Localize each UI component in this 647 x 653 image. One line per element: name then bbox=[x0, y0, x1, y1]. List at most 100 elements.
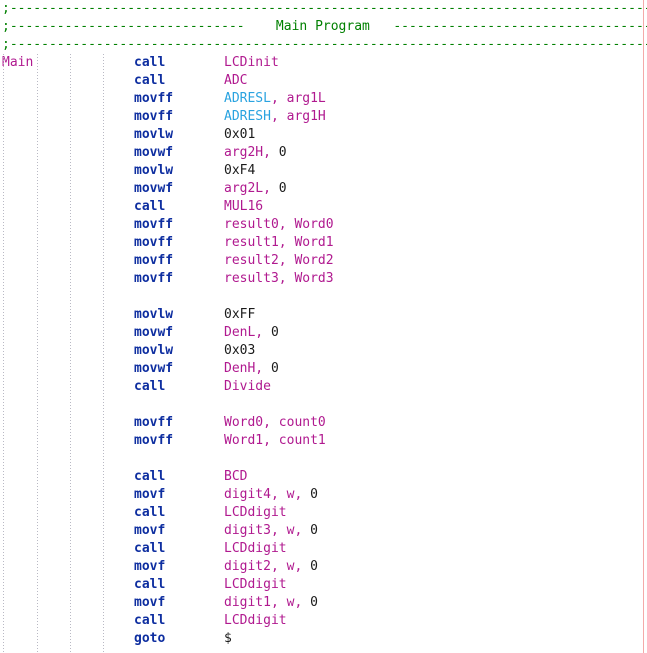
code-line[interactable]: call LCDdigit bbox=[0, 540, 647, 558]
instruction-operands: result1, Word1 bbox=[224, 234, 334, 252]
code-line[interactable]: ;---------------------------------------… bbox=[0, 0, 647, 18]
operand-token: $ bbox=[224, 631, 232, 646]
operand-token: LCDdigit bbox=[224, 505, 287, 520]
code-line[interactable]: call LCDdigit bbox=[0, 576, 647, 594]
operand-token: result3, Word3 bbox=[224, 271, 334, 286]
code-line[interactable]: call LCDdigit bbox=[0, 612, 647, 630]
operand-token: 0 bbox=[302, 559, 318, 574]
instruction-operands: Word1, count1 bbox=[224, 432, 326, 450]
code-line[interactable]: ;------------------------------ Main Pro… bbox=[0, 18, 647, 36]
instruction-mnemonic: call bbox=[134, 379, 166, 394]
code-line[interactable]: call MUL16 bbox=[0, 198, 647, 216]
instruction-mnemonic: movlw bbox=[134, 343, 174, 358]
instruction-mnemonic: movff bbox=[134, 109, 174, 124]
instruction-operands: BCD bbox=[224, 468, 247, 486]
operand-token: DenH, bbox=[224, 361, 264, 376]
code-line-blank[interactable] bbox=[0, 396, 647, 414]
instruction-mnemonic: movwf bbox=[134, 181, 174, 196]
code-line[interactable]: call BCD bbox=[0, 468, 647, 486]
operand-token: Divide bbox=[224, 379, 271, 394]
instruction-mnemonic: movff bbox=[134, 91, 174, 106]
code-line[interactable]: movff result3, Word3 bbox=[0, 270, 647, 288]
code-line[interactable]: movlw 0x03 bbox=[0, 342, 647, 360]
code-line[interactable]: movlw 0xF4 bbox=[0, 162, 647, 180]
instruction-mnemonic: call bbox=[134, 505, 166, 520]
operand-token: Word1, count1 bbox=[224, 433, 326, 448]
instruction-operands: LCDdigit bbox=[224, 504, 287, 522]
code-line[interactable]: ;---------------------------------------… bbox=[0, 36, 647, 54]
operand-token: arg1H bbox=[286, 109, 326, 124]
right-margin-rule bbox=[643, 0, 644, 653]
instruction-mnemonic: movff bbox=[134, 271, 174, 286]
code-line[interactable]: movf digit3, w, 0 bbox=[0, 522, 647, 540]
instruction-mnemonic: movlw bbox=[134, 127, 174, 142]
indent-guide-2 bbox=[37, 54, 38, 653]
instruction-operands: 0x01 bbox=[224, 126, 255, 144]
code-line[interactable]: movff result1, Word1 bbox=[0, 234, 647, 252]
operand-token: digit4, w, bbox=[224, 487, 303, 502]
code-line[interactable]: movlw 0x01 bbox=[0, 126, 647, 144]
operand-token: LCDdigit bbox=[224, 541, 287, 556]
instruction-operands: MUL16 bbox=[224, 198, 263, 216]
instruction-mnemonic: goto bbox=[134, 631, 166, 646]
instruction-operands: 0x03 bbox=[224, 342, 255, 360]
operand-token: ADRESH bbox=[224, 109, 271, 124]
operand-token: arg2H, bbox=[224, 145, 271, 160]
code-line-blank[interactable] bbox=[0, 450, 647, 468]
code-line[interactable]: movff Word1, count1 bbox=[0, 432, 647, 450]
code-line[interactable]: movff ADRESL, arg1L bbox=[0, 90, 647, 108]
code-line[interactable]: call ADC bbox=[0, 72, 647, 90]
code-line-blank[interactable] bbox=[0, 288, 647, 306]
instruction-mnemonic: call bbox=[134, 55, 166, 70]
code-line[interactable]: call LCDdigit bbox=[0, 504, 647, 522]
operand-token: 0 bbox=[302, 523, 318, 538]
operand-token: , bbox=[270, 91, 287, 106]
code-line[interactable]: movwf DenL, 0 bbox=[0, 324, 647, 342]
operand-token: digit2, w, bbox=[224, 559, 303, 574]
operand-token: LCDinit bbox=[224, 55, 279, 70]
operand-token: MUL16 bbox=[224, 199, 264, 214]
code-line[interactable]: Main call LCDinit bbox=[0, 54, 647, 72]
instruction-operands: digit4, w, 0 bbox=[224, 486, 318, 504]
code-line[interactable]: movwf DenH, 0 bbox=[0, 360, 647, 378]
code-line[interactable]: movf digit2, w, 0 bbox=[0, 558, 647, 576]
code-line[interactable]: goto $ bbox=[0, 630, 647, 648]
operand-token: , bbox=[270, 109, 287, 124]
code-line[interactable]: call Divide bbox=[0, 378, 647, 396]
code-line[interactable]: movf digit4, w, 0 bbox=[0, 486, 647, 504]
operand-token: result1, Word1 bbox=[224, 235, 334, 250]
instruction-operands: DenL, 0 bbox=[224, 324, 279, 342]
instruction-mnemonic: movwf bbox=[134, 325, 174, 340]
code-editor[interactable]: ;---------------------------------------… bbox=[0, 0, 647, 653]
code-line[interactable]: movwf arg2H, 0 bbox=[0, 144, 647, 162]
code-line[interactable]: movff result2, Word2 bbox=[0, 252, 647, 270]
code-line[interactable]: movff result0, Word0 bbox=[0, 216, 647, 234]
code-line[interactable]: movff ADRESH, arg1H bbox=[0, 108, 647, 126]
operand-token: 0 bbox=[270, 145, 287, 160]
instruction-operands: arg2H, 0 bbox=[224, 144, 287, 162]
instruction-operands: arg2L, 0 bbox=[224, 180, 287, 198]
code-line[interactable]: movlw 0xFF bbox=[0, 306, 647, 324]
instruction-operands: digit2, w, 0 bbox=[224, 558, 318, 576]
indent-guide-1 bbox=[3, 54, 4, 653]
instruction-mnemonic: call bbox=[134, 469, 166, 484]
instruction-mnemonic: call bbox=[134, 613, 166, 628]
operand-token: 0xF4 bbox=[224, 163, 256, 178]
instruction-operands: Word0, count0 bbox=[224, 414, 326, 432]
instruction-mnemonic: movwf bbox=[134, 361, 174, 376]
instruction-mnemonic: movff bbox=[134, 235, 174, 250]
code-line[interactable]: movf digit1, w, 0 bbox=[0, 594, 647, 612]
operand-token: ADC bbox=[224, 73, 248, 88]
instruction-mnemonic: movf bbox=[134, 487, 166, 502]
instruction-operands: digit1, w, 0 bbox=[224, 594, 318, 612]
instruction-operands: 0xFF bbox=[224, 306, 255, 324]
operand-token: LCDdigit bbox=[224, 613, 287, 628]
code-line[interactable]: movwf arg2L, 0 bbox=[0, 180, 647, 198]
instruction-mnemonic: movf bbox=[134, 595, 166, 610]
code-line[interactable]: movff Word0, count0 bbox=[0, 414, 647, 432]
instruction-operands: DenH, 0 bbox=[224, 360, 279, 378]
operand-token: DenL, bbox=[224, 325, 264, 340]
instruction-mnemonic: call bbox=[134, 541, 166, 556]
operand-token: result2, Word2 bbox=[224, 253, 334, 268]
instruction-operands: LCDdigit bbox=[224, 576, 287, 594]
